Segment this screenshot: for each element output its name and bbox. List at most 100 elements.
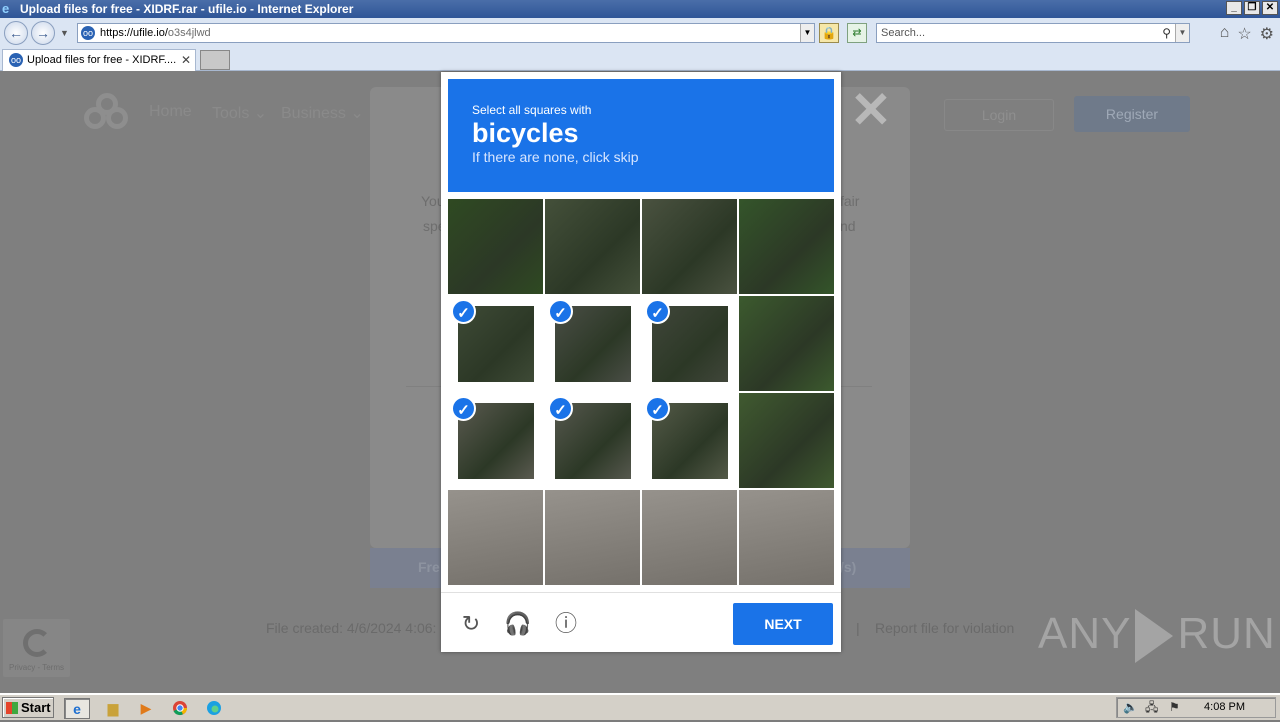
start-button[interactable]: Start — [2, 697, 54, 718]
network-icon[interactable]: 🖧 — [1145, 698, 1158, 717]
checkmark-icon: ✓ — [548, 396, 573, 421]
captcha-tile-image — [448, 199, 543, 294]
captcha-tile-image — [545, 199, 640, 294]
watermark-run: RUN — [1177, 609, 1276, 658]
bg-text-speed[interactable]: /s) — [840, 559, 856, 575]
captcha-footer: ↻ 🎧 ⓘ NEXT — [441, 592, 841, 652]
search-input[interactable]: Search... ⚲ ▼ — [876, 23, 1190, 43]
address-dropdown-icon[interactable]: ▼ — [800, 24, 814, 42]
action-center-flag-icon[interactable]: ⚑ — [1169, 698, 1180, 717]
site-favicon-icon: oo — [81, 26, 95, 40]
history-dropdown-icon[interactable]: ▼ — [60, 28, 69, 38]
captcha-tile-6[interactable]: ✓ — [642, 296, 737, 391]
captcha-challenge: Select all squares with bicycles If ther… — [441, 72, 841, 652]
tab-ufile[interactable]: oo Upload files for free - XIDRF.... ✕ — [2, 49, 196, 71]
taskbar-chrome-icon[interactable] — [167, 698, 193, 719]
captcha-tile-11[interactable] — [739, 393, 834, 488]
captcha-hint: If there are none, click skip — [472, 149, 639, 165]
captcha-tile-image — [545, 490, 640, 585]
minimize-button[interactable]: _ — [1226, 1, 1242, 15]
clock: 4:08 PM — [1204, 701, 1245, 713]
captcha-tile-3[interactable] — [739, 199, 834, 294]
captcha-tile-7[interactable] — [739, 296, 834, 391]
tab-bar: oo Upload files for free - XIDRF.... ✕ — [0, 48, 1280, 71]
info-icon[interactable]: ⓘ — [552, 610, 580, 638]
home-icon[interactable]: ⌂ — [1220, 24, 1230, 44]
checkmark-icon: ✓ — [451, 396, 476, 421]
forward-button[interactable]: → — [31, 21, 55, 45]
nav-tools[interactable]: Tools ⌄ — [212, 103, 267, 123]
captcha-tile-image — [739, 490, 834, 585]
play-icon — [1135, 609, 1174, 664]
checkmark-icon: ✓ — [548, 299, 573, 324]
address-bar[interactable]: oo https://ufile.io/o3s4jlwd ▼ — [77, 23, 815, 43]
taskbar-media-icon[interactable]: ▶ — [133, 698, 159, 719]
address-path: o3s4jlwd — [167, 27, 211, 39]
captcha-tile-image — [448, 490, 543, 585]
captcha-tile-14[interactable] — [642, 490, 737, 585]
tab-label: Upload files for free - XIDRF.... — [27, 54, 177, 66]
favorites-star-icon[interactable]: ☆ — [1237, 24, 1251, 44]
login-button[interactable]: Login — [944, 99, 1054, 131]
captcha-tile-image — [739, 393, 834, 488]
file-created-text: File created: 4/6/2024 4:06: — [266, 620, 437, 636]
captcha-tile-15[interactable] — [739, 490, 834, 585]
nav-home[interactable]: Home — [149, 103, 192, 121]
taskbar-explorer-icon[interactable]: ▆ — [100, 698, 126, 719]
system-tray: 🔈 🖧 ⚑ 4:08 PM — [1116, 697, 1276, 718]
captcha-tile-2[interactable] — [642, 199, 737, 294]
address-host: https://ufile.io/ — [100, 27, 168, 39]
recaptcha-badge[interactable]: Privacy - Terms — [3, 619, 70, 677]
captcha-tile-5[interactable]: ✓ — [545, 296, 640, 391]
bg-text-nd: nd — [840, 218, 856, 234]
window-title: Upload files for free - XIDRF.rar - ufil… — [20, 2, 354, 16]
captcha-instruction: Select all squares with — [472, 103, 592, 117]
recaptcha-badge-text: Privacy - Terms — [9, 663, 64, 672]
gear-icon[interactable]: ⚙ — [1260, 24, 1274, 44]
captcha-tile-12[interactable] — [448, 490, 543, 585]
new-tab-button[interactable] — [200, 50, 230, 70]
navigation-bar: ← → ▼ oo https://ufile.io/o3s4jlwd ▼ 🔒 ⇄… — [0, 18, 1280, 48]
search-placeholder: Search... — [881, 27, 926, 39]
compatibility-refresh-icon[interactable]: ⇄ — [847, 23, 867, 43]
captcha-tile-image — [642, 199, 737, 294]
captcha-tile-image — [642, 490, 737, 585]
taskbar-edge-icon[interactable] — [201, 698, 227, 719]
captcha-grid: ✓ ✓ ✓ ✓ ✓ ✓ — [448, 199, 834, 585]
search-dropdown-icon[interactable]: ▼ — [1175, 24, 1189, 42]
captcha-tile-9[interactable]: ✓ — [545, 393, 640, 488]
lock-icon[interactable]: 🔒 — [819, 23, 839, 43]
bg-text-fair: fair — [840, 193, 860, 209]
restore-button[interactable]: ❐ — [1244, 1, 1260, 15]
modal-close-icon[interactable]: ✕ — [850, 85, 892, 135]
close-window-button[interactable]: ✕ — [1262, 1, 1278, 15]
captcha-tile-0[interactable] — [448, 199, 543, 294]
ufile-logo-icon[interactable] — [84, 93, 132, 133]
bg-text-free-download[interactable]: Fre — [418, 559, 440, 575]
next-button[interactable]: NEXT — [733, 603, 833, 645]
report-link[interactable]: Report file for violation — [875, 620, 1014, 636]
captcha-header: Select all squares with bicycles If ther… — [448, 79, 834, 192]
captcha-tile-8[interactable]: ✓ — [448, 393, 543, 488]
footer-separator: | — [856, 620, 860, 636]
start-label: Start — [21, 700, 51, 715]
register-button[interactable]: Register — [1074, 96, 1190, 132]
tab-close-icon[interactable]: ✕ — [181, 50, 191, 70]
captcha-tile-10[interactable]: ✓ — [642, 393, 737, 488]
back-button[interactable]: ← — [4, 21, 28, 45]
checkmark-icon: ✓ — [645, 396, 670, 421]
volume-icon[interactable]: 🔈 — [1123, 698, 1138, 717]
captcha-tile-image — [739, 296, 834, 391]
captcha-tile-4[interactable]: ✓ — [448, 296, 543, 391]
nav-business[interactable]: Business ⌄ — [281, 103, 364, 123]
captcha-object: bicycles — [472, 118, 579, 148]
search-icon[interactable]: ⚲ — [1162, 24, 1171, 42]
taskbar-ie-icon[interactable]: e — [64, 698, 90, 719]
captcha-tile-1[interactable] — [545, 199, 640, 294]
captcha-tile-13[interactable] — [545, 490, 640, 585]
tab-favicon-icon: oo — [9, 53, 23, 67]
recaptcha-logo-icon — [23, 629, 51, 657]
audio-icon[interactable]: 🎧 — [504, 610, 532, 638]
reload-icon[interactable]: ↻ — [457, 610, 485, 638]
checkmark-icon: ✓ — [645, 299, 670, 324]
